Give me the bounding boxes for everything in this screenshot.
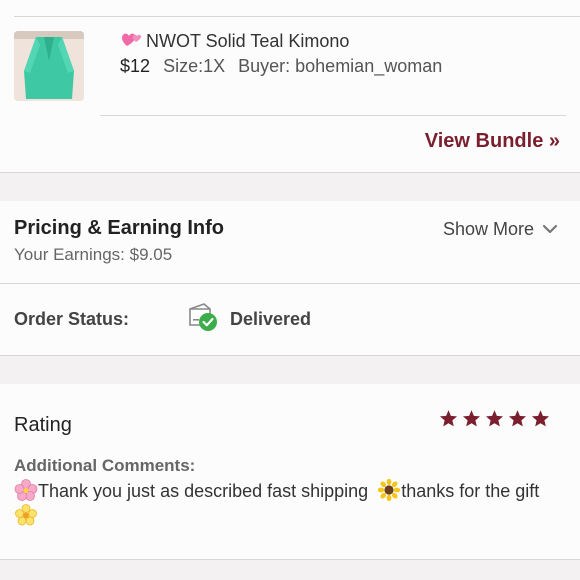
view-bundle-link[interactable]: View Bundle » [425,130,560,153]
item-size: Size:1X [163,56,226,76]
section-gap-2 [0,356,580,384]
star-icon [485,409,504,428]
rating-stars [439,409,550,428]
comment-part-2: thanks for the gift [401,481,540,501]
item-buyer: Buyer: bohemian_woman [238,56,443,76]
item-thumbnail[interactable] [14,31,84,101]
bottom-gap [0,560,580,580]
star-icon [531,409,550,428]
sunflower-icon [377,478,401,502]
earnings-text: Your Earnings: $9.05 [14,245,173,264]
item-price: $12 [120,56,151,76]
top-divider [14,16,580,17]
item-meta: $12 Size:1X Buyer: bohemian_woman [120,56,450,77]
order-status-value: Delivered [230,309,312,329]
item-title[interactable]: NWOT Solid Teal Kimono [120,30,349,52]
star-icon [508,409,527,428]
comment-text: Thank you just as described fast shippin… [14,478,559,529]
star-icon [439,409,458,428]
item-title-text: NWOT Solid Teal Kimono [146,31,350,51]
comment-part-1: Thank you just as described fast shippin… [38,481,369,501]
package-delivered-icon [186,301,220,338]
section-gap [0,173,580,201]
show-more-button[interactable]: Show More [443,219,558,240]
chevron-down-icon [542,219,558,240]
show-more-label: Show More [442,219,534,239]
cherry-blossom-icon [14,479,38,501]
order-status-label: Order Status: [14,309,130,329]
heart-emoji-icon [120,30,146,52]
rating-title: Rating [14,414,72,436]
item-divider [100,115,566,116]
comments-label: Additional Comments: [14,456,196,475]
pricing-divider [0,283,580,284]
star-icon [462,409,481,428]
blossom-icon [14,504,38,526]
pricing-title: Pricing & Earning Info [14,217,225,239]
